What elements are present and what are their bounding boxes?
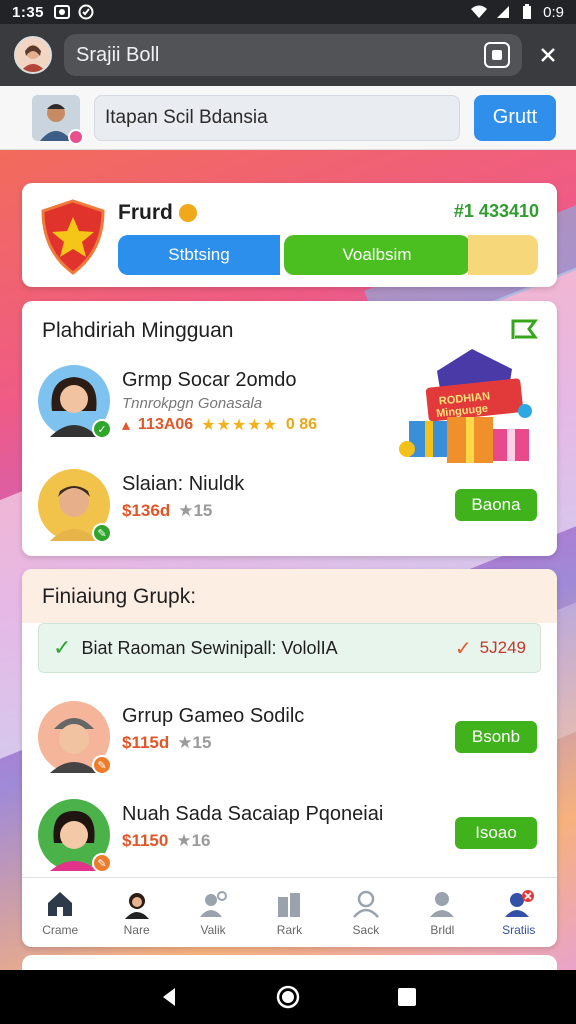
address-bar[interactable]: Srajii Boll bbox=[64, 34, 522, 76]
weekly-heading: Plahdiriah Mingguan bbox=[42, 319, 234, 342]
join-button[interactable]: Baona bbox=[455, 489, 537, 521]
rating-stars: ★★★★★ bbox=[201, 417, 278, 434]
check-circle-icon bbox=[78, 4, 94, 20]
nav-item-rark[interactable]: Rark bbox=[251, 878, 327, 947]
profile-avatar[interactable] bbox=[14, 36, 52, 74]
row-meta: $115d ★15 bbox=[122, 733, 211, 753]
shield-star-icon bbox=[41, 199, 105, 275]
coin-icon bbox=[178, 204, 197, 222]
row-price: $115d bbox=[122, 733, 170, 752]
app-title: Srajii Boll bbox=[76, 43, 160, 66]
search-input[interactable]: Itapan Scil Bdansia bbox=[94, 94, 460, 141]
row-price: 113A06 bbox=[138, 416, 194, 433]
clock: 1:35 bbox=[12, 3, 45, 21]
row-price: $1150 bbox=[122, 831, 169, 850]
system-nav-bar bbox=[0, 970, 576, 1024]
row-title: Slaian: Niuldk bbox=[122, 473, 245, 495]
person-outline-icon bbox=[352, 890, 379, 918]
home-icon bbox=[48, 891, 73, 916]
row-count: 0 86 bbox=[285, 416, 318, 433]
row-rating: ★15 bbox=[177, 733, 212, 752]
person-icon bbox=[124, 892, 149, 919]
row-meta: $136d ★15 bbox=[122, 501, 212, 521]
check-icon: ✓ bbox=[53, 635, 72, 660]
edit-badge-icon: ✎ bbox=[92, 853, 112, 873]
nav-item-nare[interactable]: Nare bbox=[98, 878, 174, 947]
list-item[interactable]: ✎ Nuah Sada Sacaiap Pqoneiai $1150 ★16 I… bbox=[38, 795, 541, 875]
wallet-amount: #1 433410 bbox=[453, 201, 539, 221]
join-button[interactable]: Isoao bbox=[455, 817, 537, 849]
list-item[interactable]: ✓ Grmp Socar 2omdo Tnnrokpgn Gonasala ▴ … bbox=[38, 361, 541, 441]
row-title: Nuah Sada Sacaiap Pqoneiai bbox=[122, 803, 384, 825]
segment-start-button[interactable]: Stbtsing bbox=[118, 235, 280, 275]
nav-item-brldl[interactable]: Brldl bbox=[404, 878, 480, 947]
weekly-card: Plahdiriah Mingguan RODHIAN Minguuge ✓ G… bbox=[22, 301, 557, 556]
flame-icon: ▴ bbox=[122, 417, 131, 434]
person-icon bbox=[430, 891, 455, 917]
search-button[interactable]: Grutt bbox=[474, 94, 556, 141]
row-subtitle: Tnnrokpgn Gonasala bbox=[122, 395, 263, 412]
orange-check-icon: ✓ bbox=[454, 637, 472, 660]
more-menu-icon[interactable] bbox=[534, 41, 562, 69]
edit-badge-icon: ✎ bbox=[92, 755, 112, 775]
row-title: Grmp Socar 2omdo bbox=[122, 369, 297, 391]
woman-avatar-icon bbox=[20, 45, 46, 72]
building-icon bbox=[278, 892, 301, 917]
row-price: $136d bbox=[122, 501, 171, 520]
person-gear-icon bbox=[200, 890, 228, 917]
back-icon[interactable] bbox=[157, 985, 181, 1009]
list-item[interactable]: ✎ Slaian: Niuldk $136d ★15 Baona bbox=[38, 465, 541, 545]
wifi-icon bbox=[471, 5, 488, 18]
row-meta: $1150 ★16 bbox=[122, 831, 211, 851]
recents-icon[interactable] bbox=[395, 985, 419, 1009]
row-meta: ▴ 113A06 ★★★★★ 0 86 bbox=[122, 415, 317, 435]
wallet-card: Frurd #1 433410 Stbtsing Voalbsim bbox=[22, 183, 557, 287]
segment-remaining bbox=[468, 235, 538, 275]
info-banner[interactable]: ✓ Biat Raoman Sewinipall: VololIA ✓ 5J24… bbox=[38, 623, 541, 673]
image-icon bbox=[54, 5, 71, 19]
battery-icon bbox=[523, 4, 532, 19]
app-bar: Srajii Boll bbox=[0, 24, 576, 86]
battery-label: 0:9 bbox=[543, 3, 564, 21]
verified-badge-icon: ✓ bbox=[92, 419, 112, 439]
segment-vote-button[interactable]: Voalbsim bbox=[284, 235, 470, 275]
banner-value: 5J249 bbox=[479, 638, 526, 657]
bottom-nav: Crame Nare Valik Rark Sack Brldl Sratiis bbox=[22, 877, 557, 947]
signal-icon bbox=[497, 6, 510, 18]
search-row: Itapan Scil Bdansia Grutt bbox=[0, 86, 576, 150]
row-rating: ★16 bbox=[176, 831, 211, 850]
nav-item-sack[interactable]: Sack bbox=[328, 878, 404, 947]
list-item[interactable]: ✎ Grrup Gameo Sodilc $115d ★15 Bsonb bbox=[38, 697, 541, 777]
groups-header: Finiaiung Grupk: bbox=[22, 569, 557, 623]
notification-badge bbox=[68, 128, 84, 145]
user-avatar[interactable] bbox=[32, 94, 84, 145]
row-title: Grrup Gameo Sodilc bbox=[122, 705, 305, 727]
tabs-button[interactable] bbox=[484, 42, 510, 68]
nav-item-sratiis[interactable]: Sratiis bbox=[481, 878, 557, 947]
edit-badge-icon: ✎ bbox=[92, 523, 112, 543]
join-button[interactable]: Bsonb bbox=[455, 721, 537, 753]
row-rating: ★15 bbox=[178, 501, 213, 520]
nav-item-crame[interactable]: Crame bbox=[22, 878, 98, 947]
profile-badge-icon bbox=[504, 889, 534, 917]
groups-heading: Finiaiung Grupk: bbox=[42, 585, 197, 608]
status-bar: 1:35 0:9 bbox=[0, 0, 576, 24]
banner-text: Biat Raoman Sewinipall: VololIA bbox=[81, 637, 338, 658]
home-circle-icon[interactable] bbox=[276, 985, 300, 1009]
wallet-name: Frurd bbox=[118, 201, 197, 225]
nav-item-valik[interactable]: Valik bbox=[175, 878, 251, 947]
